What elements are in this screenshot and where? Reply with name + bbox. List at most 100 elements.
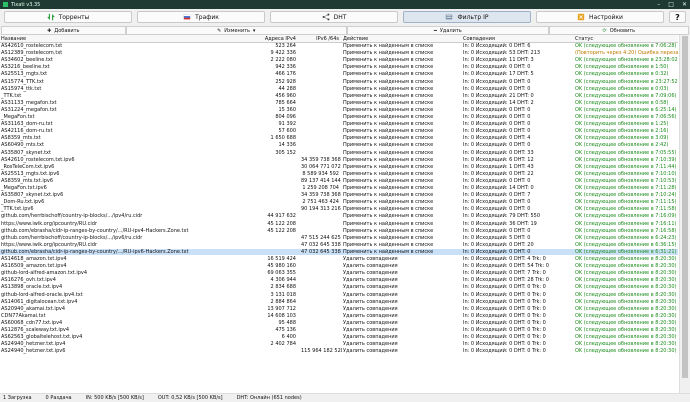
table-row[interactable]: AS60068_cdn77.txt.ipv4 95 488 Удалить совп…: [0, 320, 678, 326]
cell-matches: In: 0 Исходящий: 0 DHT: 0 Trk: 0: [463, 291, 546, 298]
help-icon: ?: [675, 12, 680, 22]
cell-name: AS42610_rostelecom.txt.ipv6: [1, 156, 75, 163]
table-row[interactable]: AS35807_skynet.txt 305 152 Применить к най…: [0, 150, 678, 156]
table-row[interactable]: AS13898_oracle.txt.ipv4 2 834 688 Удалить …: [0, 284, 678, 290]
cell-name: AS20940_akamai.txt.ipv4: [1, 305, 66, 312]
nav-traffic[interactable]: Трафик: [137, 11, 265, 23]
cell-ipv4: 13 907 712: [267, 305, 296, 312]
nav-dht[interactable]: DHT: [270, 11, 398, 23]
table-row[interactable]: AS15974_ttk.txt 44 288 Применить к найденн…: [0, 86, 678, 92]
table-row[interactable]: github-lord-alfred-amazon.txt.ipv4 69 063…: [0, 270, 678, 276]
table-row[interactable]: _TTK.txt 456 960 Применить к найденным в с…: [0, 93, 678, 99]
table-row[interactable]: AS15774_TTK.txt 252 928 Применить к найден…: [0, 79, 678, 85]
cell-ipv4: 2 402 784: [270, 341, 296, 348]
delete-button[interactable]: ━ Удалить: [346, 26, 549, 35]
delete-label: Удалить: [439, 27, 462, 34]
table-row[interactable]: _MegaFon.txt 804 096 Применить к найденным…: [0, 114, 678, 120]
table-row[interactable]: AS42116_dom-ru.txt 57 600 Применить к найд…: [0, 128, 678, 134]
table-row[interactable]: https://www.iwik.org/ipcountry/RU.cidr 47…: [0, 242, 678, 248]
nav-ip-filter[interactable]: Фильтр IP: [403, 11, 531, 23]
add-button[interactable]: ✚ Добавить: [1, 26, 126, 35]
table-row[interactable]: AS25513_mgts.txt 466 176 Применить к найде…: [0, 71, 678, 77]
cell-matches: In: 0 Исходящий: 11 DHT: 3: [463, 57, 534, 64]
cell-action: Применить к найденным в списке: [343, 227, 434, 234]
table-row[interactable]: _TTK.txt.ipv6 90 194 313 216 Применить к н…: [0, 206, 678, 212]
table-row[interactable]: AS8359_mts.txt 1 650 688 Применить к найде…: [0, 135, 678, 141]
table-row[interactable]: https://www.iwik.org/ipcountry/RU.cidr 45…: [0, 221, 678, 227]
column-header-matches[interactable]: Совпадения: [462, 36, 574, 42]
table-row[interactable]: AS35807_skynet.txt.ipv6 34 359 738 368 При…: [0, 192, 678, 198]
table-row[interactable]: github.com/ebrasha/cidr-ip-ranges-by-cou…: [0, 228, 678, 234]
cell-matches: In: 0 Исходящий: 17 DHT: 5: [463, 71, 534, 78]
column-header-action[interactable]: Действие: [342, 36, 462, 42]
table-row[interactable]: AS42610_rostelecom.txt 523 264 Применить к…: [0, 43, 678, 49]
table-row[interactable]: AS24940_hetzner.txt.ipv6 115 964 182 528 У…: [0, 348, 678, 354]
column-header-status[interactable]: Статус: [574, 36, 678, 42]
scrollbar-thumb[interactable]: [682, 36, 688, 378]
close-button[interactable]: ✕: [682, 1, 687, 8]
table-row[interactable]: AS16509_amazon.txt.ipv4 45 980 160 Удалить…: [0, 263, 678, 269]
table-row[interactable]: AS12876_scaleway.txt.ipv4 475 136 Удалить …: [0, 327, 678, 333]
table-row[interactable]: github.com/herrbischoff/country-ip-block…: [0, 213, 678, 219]
table-row[interactable]: AS24940_hetzner.txt.ipv4 2 402 784 Удалить…: [0, 341, 678, 347]
refresh-button[interactable]: ⟳ Обновить: [548, 26, 690, 35]
dht-network-icon: [322, 13, 330, 21]
cell-ipv6: 115 964 182 528: [301, 348, 342, 355]
nav-torrents[interactable]: Торренты: [4, 11, 132, 23]
table-row[interactable]: AS34602_beeline.txt 2 222 080 Применить к …: [0, 57, 678, 63]
cell-matches: In: 0 Исходящий: 0 DHT: 0: [463, 199, 531, 206]
window-title: Tixati v3.35: [11, 1, 41, 8]
column-header-ipv4[interactable]: Адреса IPv4: [220, 36, 300, 42]
edit-button[interactable]: ✎ Изменить ▾: [125, 26, 347, 35]
cell-action: Удалить совпадения: [343, 327, 398, 333]
table-row[interactable]: AS60490_mts.txt 14 336 Применить к найденн…: [0, 142, 678, 148]
cell-status: OK (следующее обновление в 8:20:30): [575, 341, 677, 348]
table-row[interactable]: github-lord-alfred-oracle.ipv4.txt 3 131 …: [0, 292, 678, 298]
cell-matches: In: 0 Исходящий: 0 DHT: 4 Trk: 0: [463, 256, 546, 262]
table-row[interactable]: AS42610_rostelecom.txt.ipv6 34 359 738 36…: [0, 157, 678, 163]
vertical-scrollbar[interactable]: [679, 35, 690, 393]
column-header-ipv6[interactable]: IPv6 /64s: [300, 36, 342, 42]
refresh-label: Обновить: [609, 27, 636, 34]
table-row[interactable]: AS14061_digitalocean.txt.ipv4 2 884 864 Уд…: [0, 299, 678, 305]
table-row[interactable]: github.com/ebrasha/cidr-ip-ranges-by-cou…: [0, 248, 678, 255]
cell-status: OK (следующее обновление в 8:20:30): [575, 334, 677, 341]
cell-action: Удалить совпадения: [343, 291, 398, 298]
cell-status: OK (следующее обновление в 2:16): [575, 128, 669, 135]
cell-action: Удалить совпадения: [343, 312, 398, 319]
table-row[interactable]: AS12389_rostelecom.txt 9 422 336 Применить…: [0, 50, 678, 56]
cell-action: Применить к найденным в списке: [343, 206, 434, 213]
cell-action: Применить к найденным в списке: [343, 156, 434, 163]
table-row[interactable]: AS31133_megafon.txt 785 664 Применить к на…: [0, 100, 678, 106]
table-row[interactable]: AS14618_amazon.txt.ipv4 16 519 424 Удалить…: [0, 256, 678, 262]
cell-name: https://www.iwik.org/ipcountry/RU.cidr: [1, 220, 98, 227]
table-row[interactable]: AS16276_ovh.txt.ipv4 4 306 944 Удалить сов…: [0, 277, 678, 283]
cell-matches: In: 0 Исходящий: 53 DHT: 213: [463, 50, 541, 57]
cell-action: Удалить совпадения: [343, 263, 398, 270]
table-row[interactable]: AS3216_beeline.txt 942 336 Применить к най…: [0, 64, 678, 70]
cell-ipv4: 523 264: [275, 43, 296, 49]
column-header-name[interactable]: Название: [0, 36, 220, 42]
table-row[interactable]: _Dom-Ru.txt.ipv6 2 751 463 424 Применить к…: [0, 199, 678, 205]
table-row[interactable]: AS31163_dom-ru.txt 91 392 Применить к найд…: [0, 121, 678, 127]
table-row[interactable]: _RosTeleCom.txt.ipv6 30 064 771 072 Примен…: [0, 164, 678, 170]
cell-name: _MegaFon.txt: [1, 114, 35, 120]
minimize-button[interactable]: –: [657, 1, 660, 8]
cell-ipv4: 9 422 336: [270, 50, 296, 57]
maximize-button[interactable]: □: [668, 1, 674, 8]
nav-settings[interactable]: Настройки: [536, 11, 664, 23]
table-row[interactable]: AS20940_akamai.txt.ipv4 13 907 712 Удалить…: [0, 306, 678, 312]
cell-status: OK (следующее обновление в 2:42): [575, 142, 669, 149]
cell-status: OK (следующее обновление в 7:10:53): [575, 177, 677, 184]
table-row[interactable]: github.com/herrbischoff/country-ip-block…: [0, 235, 678, 241]
table-row[interactable]: AS8359_mts.txt.ipv6 89 137 414 144 Примени…: [0, 178, 678, 184]
help-button[interactable]: ?: [669, 11, 686, 23]
table-row[interactable]: CDN77Akamai.txt 14 608 103 Удалить совпаде…: [0, 313, 678, 319]
cell-status: OK (следующее обновление в 6:31:21): [575, 248, 677, 255]
table-row[interactable]: AS31224_megafon.txt 15 360 Применить к най…: [0, 107, 678, 113]
table-row[interactable]: AS62563_globaltelehost.txt.ipv4 6 400 Удал…: [0, 334, 678, 340]
cell-name: _RosTeleCom.txt.ipv6: [1, 163, 55, 170]
table-row[interactable]: AS25513_mgts.txt.ipv6 8 589 934 592 Примен…: [0, 171, 678, 177]
status-dht: DHT: Онлайн (651 nodes): [236, 395, 302, 401]
table-row[interactable]: _MegaFon.txt.ipv6 1 259 208 704 Применить …: [0, 185, 678, 191]
